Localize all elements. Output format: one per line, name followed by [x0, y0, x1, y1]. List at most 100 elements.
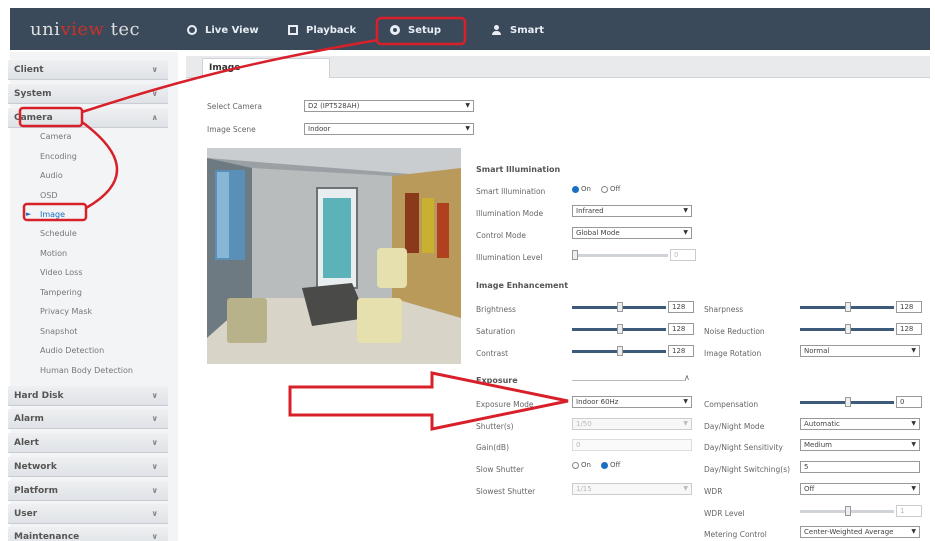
chevron-up-icon: ∧: [151, 113, 159, 122]
wdr-level-label: WDR Level: [704, 509, 745, 518]
slider-knob[interactable]: [617, 324, 623, 334]
slider-knob[interactable]: [845, 506, 851, 516]
day-night-sensitivity-dropdown[interactable]: Medium: [800, 439, 920, 451]
sidebar-section-hard-disk[interactable]: Hard Disk ∨: [8, 386, 168, 406]
sidebar-section-system[interactable]: System ∨: [8, 84, 168, 104]
metering-control-dropdown[interactable]: Center-Weighted Average: [800, 526, 920, 538]
gain-input[interactable]: 0: [572, 439, 692, 451]
sidebar-section-alarm[interactable]: Alarm ∨: [8, 409, 168, 429]
sidebar-item-audio-detection[interactable]: Audio Detection: [40, 346, 104, 355]
sidebar-item-tampering[interactable]: Tampering: [40, 288, 82, 297]
slow-shutter-off-radio[interactable]: Off: [601, 461, 620, 469]
exposure-mode-dropdown[interactable]: Indoor 60Hz: [572, 396, 692, 408]
select-camera-dropdown[interactable]: D2 (IPT528AH): [304, 100, 474, 112]
wdr-level-slider[interactable]: [800, 505, 894, 517]
noise-reduction-label: Noise Reduction: [704, 327, 765, 336]
sidebar-item-schedule[interactable]: Schedule: [40, 229, 77, 238]
shutter-label: Shutter(s): [476, 422, 514, 431]
wdr-label: WDR: [704, 487, 723, 496]
nav-smart[interactable]: Smart: [492, 22, 544, 38]
slider-knob[interactable]: [617, 346, 623, 356]
slider-knob[interactable]: [845, 324, 851, 334]
image-rotation-dropdown[interactable]: Normal: [800, 345, 920, 357]
slowest-shutter-dropdown[interactable]: 1/15: [572, 483, 692, 495]
compensation-label: Compensation: [704, 400, 759, 409]
sidebar-item-privacy-mask[interactable]: Privacy Mask: [40, 307, 92, 316]
eye-icon: [187, 25, 197, 35]
day-night-mode-label: Day/Night Mode: [704, 422, 765, 431]
control-mode-dropdown[interactable]: Global Mode: [572, 227, 692, 239]
compensation-slider[interactable]: [800, 396, 894, 408]
sidebar-item-encoding[interactable]: Encoding: [40, 152, 77, 161]
exposure-header: Exposure: [476, 376, 518, 385]
slow-shutter-on-radio[interactable]: On: [572, 461, 591, 469]
radio-selected-icon: [601, 461, 608, 469]
smart-illumination-on-radio[interactable]: On: [572, 185, 591, 193]
slider-knob[interactable]: [572, 250, 578, 260]
saturation-slider[interactable]: [572, 323, 666, 335]
image-scene-dropdown[interactable]: Indoor: [304, 123, 474, 135]
brightness-slider[interactable]: [572, 301, 666, 313]
chevron-down-icon: ∨: [151, 509, 159, 518]
image-enhancement-header: Image Enhancement: [476, 281, 569, 290]
sidebar-item-camera[interactable]: Camera: [40, 132, 71, 141]
chevron-down-icon: ∨: [151, 438, 159, 447]
compensation-value[interactable]: 0: [896, 396, 922, 408]
day-night-switching-input[interactable]: 5: [800, 461, 920, 473]
chevron-down-icon: ∨: [151, 414, 159, 423]
sidebar-item-osd[interactable]: OSD: [40, 191, 58, 200]
illumination-level-label: Illumination Level: [476, 253, 543, 262]
chevron-down-icon: ∨: [151, 89, 159, 98]
nav-playback[interactable]: Playback: [288, 22, 356, 38]
sidebar-section-client[interactable]: Client ∨: [8, 60, 168, 80]
sidebar-item-snapshot[interactable]: Snapshot: [40, 327, 77, 336]
nav-live-view[interactable]: Live View: [187, 22, 259, 38]
saturation-value[interactable]: 128: [668, 323, 694, 335]
shutter-dropdown[interactable]: 1/50: [572, 418, 692, 430]
brightness-value[interactable]: 128: [668, 301, 694, 313]
slowest-shutter-label: Slowest Shutter: [476, 487, 536, 496]
noise-reduction-slider[interactable]: [800, 323, 894, 335]
tab-image[interactable]: Image: [202, 58, 330, 78]
sidebar-section-alert[interactable]: Alert ∨: [8, 433, 168, 453]
top-nav-bar: uniview tec Live View Playback Setup Sma…: [10, 8, 930, 50]
illumination-mode-dropdown[interactable]: Infrared: [572, 205, 692, 217]
day-night-mode-dropdown[interactable]: Automatic: [800, 418, 920, 430]
saturation-label: Saturation: [476, 327, 516, 336]
radio-unselected-icon: [572, 461, 579, 469]
sidebar-section-user[interactable]: User ∨: [8, 504, 168, 524]
tab-bar: Image: [186, 56, 930, 78]
film-icon: [288, 25, 298, 35]
sidebar-item-audio[interactable]: Audio: [40, 171, 63, 180]
slider-knob[interactable]: [617, 302, 623, 312]
sidebar-section-platform[interactable]: Platform ∨: [8, 481, 168, 501]
smart-illumination-label: Smart Illumination: [476, 187, 546, 196]
sidebar-section-camera[interactable]: Camera ∧: [8, 108, 168, 128]
control-mode-label: Control Mode: [476, 231, 526, 240]
sidebar-item-image[interactable]: Image: [40, 210, 65, 219]
sidebar-section-network[interactable]: Network ∨: [8, 457, 168, 477]
contrast-value[interactable]: 128: [668, 345, 694, 357]
sharpness-label: Sharpness: [704, 305, 744, 314]
exposure-divider: [572, 380, 686, 381]
slider-knob[interactable]: [845, 397, 851, 407]
chevron-down-icon: ∨: [151, 391, 159, 400]
sidebar-item-video-loss[interactable]: Video Loss: [40, 268, 83, 277]
smart-illumination-off-radio[interactable]: Off: [601, 185, 620, 193]
contrast-label: Contrast: [476, 349, 509, 358]
illumination-mode-label: Illumination Mode: [476, 209, 544, 218]
sidebar-item-human-body-detection[interactable]: Human Body Detection: [40, 366, 133, 375]
slider-knob[interactable]: [845, 302, 851, 312]
chevron-up-icon[interactable]: ∧: [684, 373, 690, 382]
nav-setup[interactable]: Setup: [390, 22, 441, 38]
sharpness-slider[interactable]: [800, 301, 894, 313]
wdr-dropdown[interactable]: Off: [800, 483, 920, 495]
sidebar-section-maintenance[interactable]: Maintenance ∨: [8, 527, 168, 541]
illumination-level-slider[interactable]: [572, 249, 668, 261]
contrast-slider[interactable]: [572, 345, 666, 357]
illumination-level-value[interactable]: 0: [670, 249, 696, 261]
sidebar-item-motion[interactable]: Motion: [40, 249, 67, 258]
wdr-level-value[interactable]: 1: [896, 505, 922, 517]
sharpness-value[interactable]: 128: [896, 301, 922, 313]
noise-reduction-value[interactable]: 128: [896, 323, 922, 335]
